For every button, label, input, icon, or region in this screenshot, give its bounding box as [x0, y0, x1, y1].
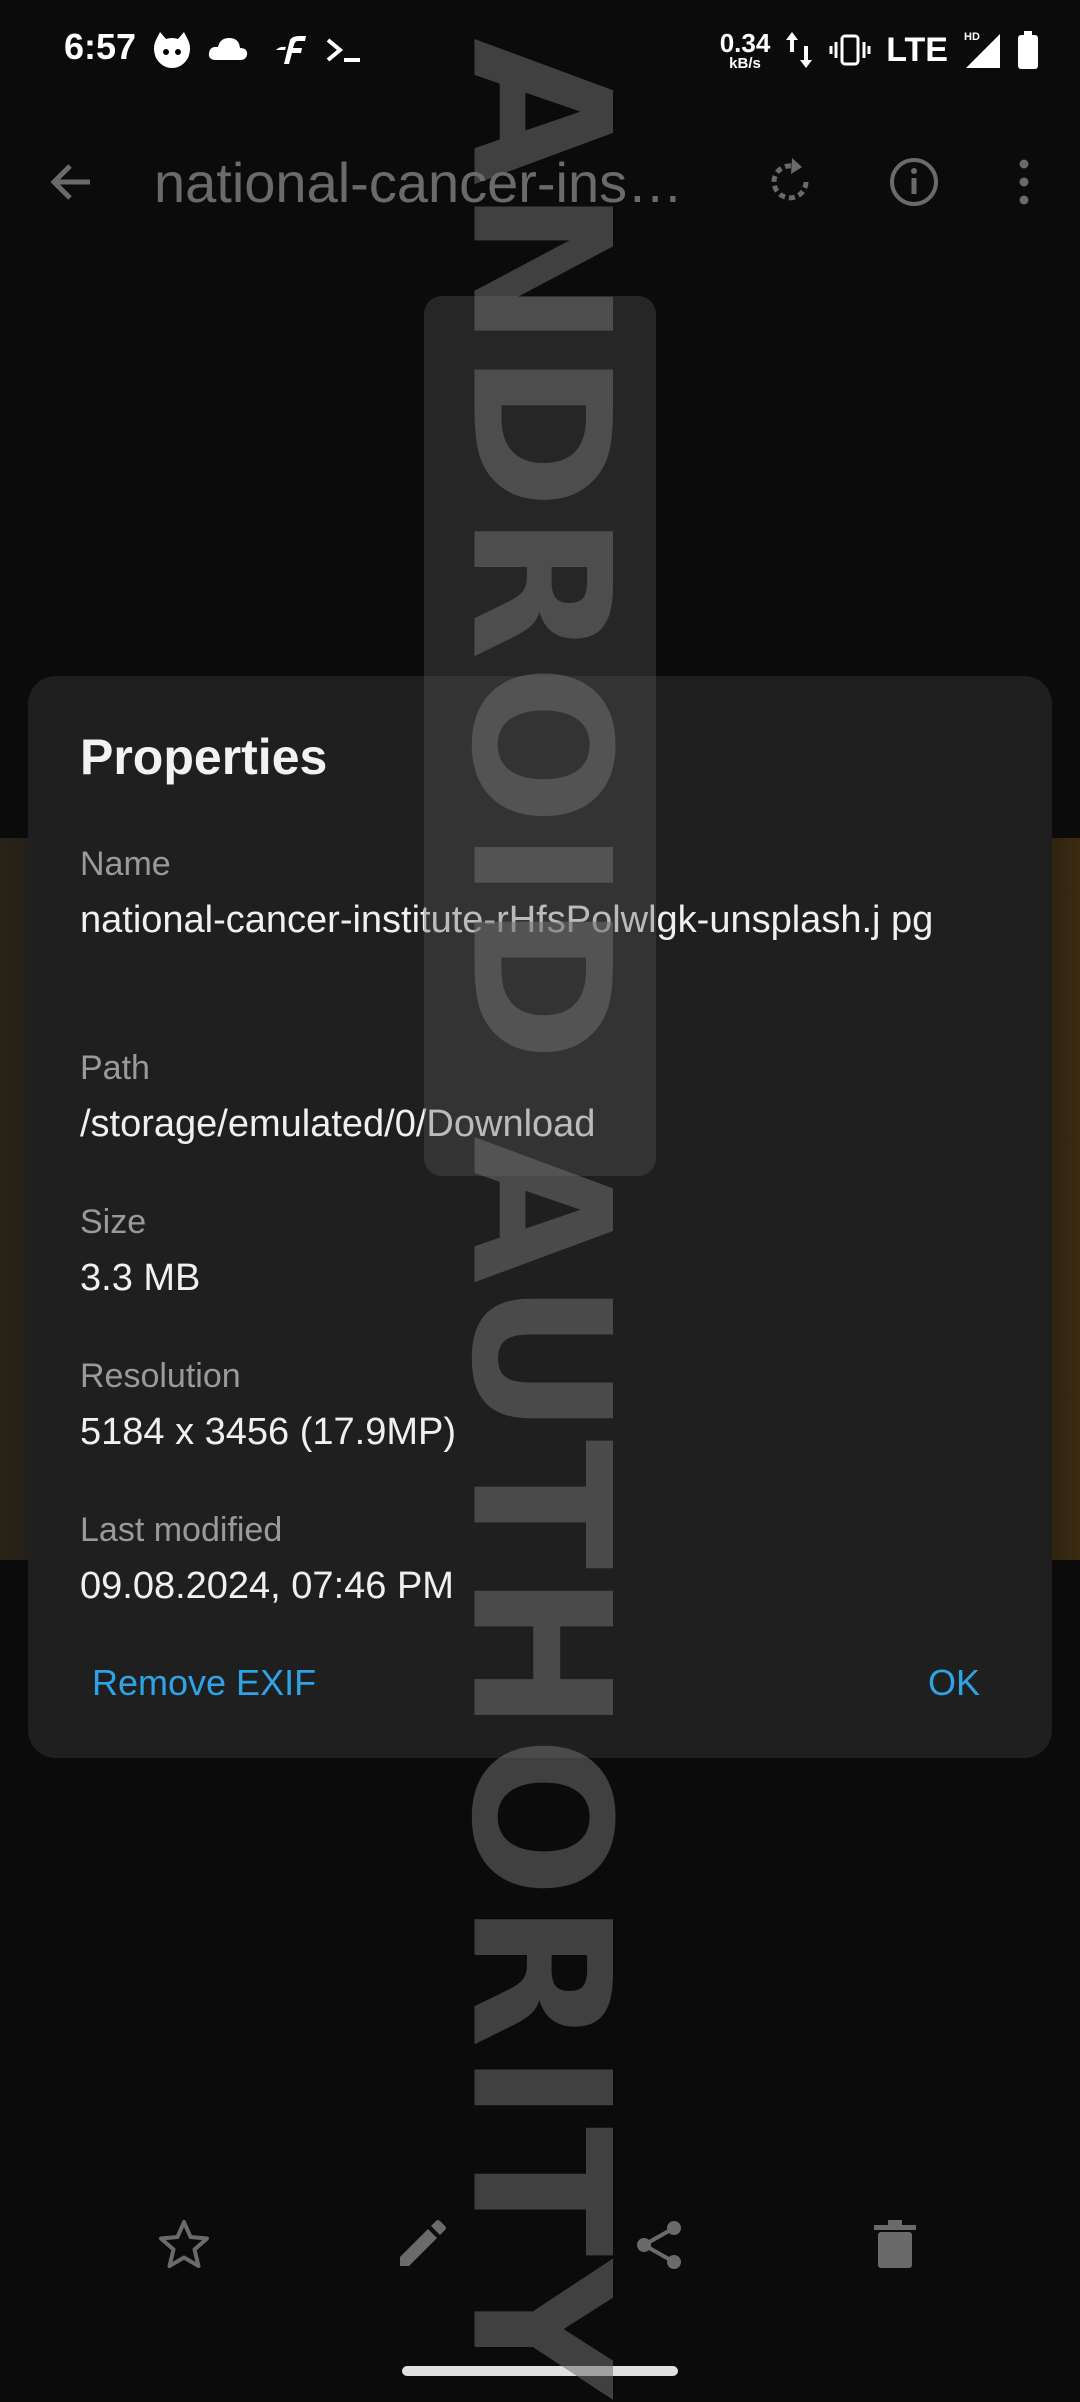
- status-right: 0.34 kB/s LTE HD: [720, 22, 1040, 78]
- network-speed: 0.34 kB/s: [720, 30, 771, 71]
- modified-property: Last modified 09.08.2024, 07:46 PM: [80, 1508, 1020, 1612]
- size-label: Size: [80, 1203, 147, 1241]
- cloud-icon: [208, 38, 248, 60]
- info-icon[interactable]: [886, 154, 942, 210]
- size-value: 3.3 MB: [80, 1257, 201, 1299]
- svg-text:HD: HD: [964, 31, 980, 43]
- network-type: LTE: [886, 30, 948, 69]
- resolution-value: 5184 x 3456 (17.9MP): [80, 1411, 457, 1453]
- app-title: national-cancer-ins…: [154, 151, 684, 214]
- edit-icon[interactable]: [392, 2216, 450, 2274]
- resolution-property: Resolution 5184 x 3456 (17.9MP): [80, 1354, 1020, 1458]
- ok-button[interactable]: OK: [928, 1662, 980, 1704]
- net-speed-unit: kB/s: [729, 54, 761, 72]
- watermark-band: [424, 296, 656, 1176]
- dialog-title: Properties: [80, 729, 328, 785]
- cat-app-icon: [154, 32, 190, 68]
- home-indicator[interactable]: [402, 2366, 678, 2376]
- rotate-icon[interactable]: [762, 154, 818, 210]
- star-icon[interactable]: [155, 2216, 213, 2274]
- bottom-toolbar: [0, 2190, 1080, 2300]
- status-bar: 6:57 0.34 kB/s LTE HD: [0, 0, 1080, 100]
- battery-icon: [1018, 31, 1038, 69]
- app-bar: national-cancer-ins…: [0, 120, 1080, 244]
- net-speed-value: 0.34: [719, 27, 771, 58]
- size-property: Size 3.3 MB: [80, 1200, 1020, 1304]
- f-app-icon: [276, 36, 306, 64]
- more-vert-icon[interactable]: [996, 154, 1052, 210]
- status-time: 6:57: [64, 26, 137, 67]
- data-arrows-icon: [786, 32, 813, 68]
- hd-signal-icon: HD: [964, 31, 1000, 68]
- remove-exif-button[interactable]: Remove EXIF: [92, 1662, 316, 1704]
- share-icon[interactable]: [630, 2216, 688, 2274]
- modified-label: Last modified: [80, 1511, 283, 1549]
- back-arrow-icon[interactable]: [44, 154, 100, 210]
- resolution-label: Resolution: [80, 1357, 241, 1395]
- vibrate-icon: [829, 34, 871, 66]
- modified-value: 09.08.2024, 07:46 PM: [80, 1565, 454, 1607]
- delete-icon[interactable]: [866, 2216, 924, 2274]
- terminal-icon: [326, 38, 360, 62]
